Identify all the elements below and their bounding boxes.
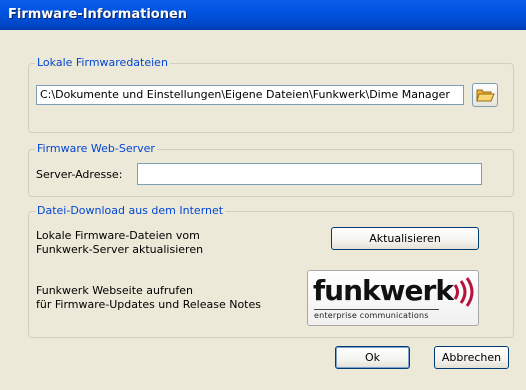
update-button[interactable]: Aktualisieren xyxy=(331,227,479,250)
update-description-line2: Funkwerk-Server aktualisieren xyxy=(36,243,204,256)
website-description-line2: für Firmware-Updates und Release Notes xyxy=(36,298,261,311)
signal-waves-icon xyxy=(453,277,474,307)
ok-button[interactable]: Ok xyxy=(335,346,410,369)
web-server-legend: Firmware Web-Server xyxy=(35,142,157,155)
firmware-path-field[interactable]: C:\Dokumente und Einstellungen\Eigene Da… xyxy=(36,85,464,105)
browse-folder-button[interactable] xyxy=(472,83,498,107)
funkwerk-logo-tagline: enterprise communications xyxy=(314,311,429,320)
logo-underline xyxy=(314,309,439,310)
local-files-legend: Lokale Firmwaredateien xyxy=(35,56,170,69)
website-description-line1: Funkwerk Webseite aufrufen xyxy=(36,284,193,297)
funkwerk-logo-link[interactable]: funkwerk enterprise communications xyxy=(307,270,479,326)
cancel-button[interactable]: Abbrechen xyxy=(434,346,509,369)
download-legend: Datei-Download aus dem Internet xyxy=(35,204,226,217)
dialog-title: Firmware-Informationen xyxy=(0,0,526,30)
server-address-input[interactable] xyxy=(137,163,482,185)
update-description-line1: Lokale Firmware-Dateien vom xyxy=(36,229,200,242)
folder-open-icon xyxy=(476,89,495,102)
server-address-label: Server-Adresse: xyxy=(36,168,123,181)
funkwerk-logo-text: funkwerk xyxy=(313,274,454,307)
